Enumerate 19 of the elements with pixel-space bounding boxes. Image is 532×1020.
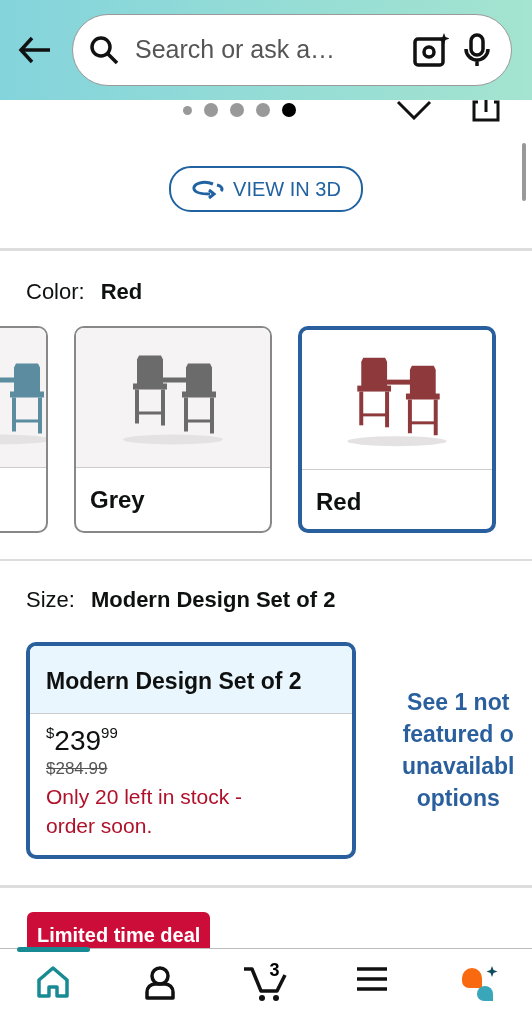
selected-color: Red: [100, 278, 143, 306]
deal-badge: Limited time deal: [27, 911, 211, 948]
size-label: Size:: [26, 586, 75, 614]
color-swatch[interactable]: Grey: [74, 326, 272, 533]
swatch-label: Red: [315, 487, 363, 517]
color-swatch[interactable]: Red: [298, 326, 496, 533]
unavailable-options-link[interactable]: See 1 not featured o unavailabl options: [402, 685, 515, 815]
color-label: Color:: [26, 278, 85, 306]
search-input[interactable]: Search or ask a…: [133, 30, 399, 70]
selected-size: Modern Design Set of 2: [90, 586, 336, 614]
swatch-label: Grey: [89, 485, 146, 515]
search-bar[interactable]: Search or ask a…: [72, 14, 512, 86]
size-option-title: Modern Design Set of 2: [30, 646, 352, 714]
view-in-3d-button[interactable]: VIEW IN 3D: [169, 166, 363, 212]
size-option-card[interactable]: Modern Design Set of 2 $^{$}$239$^{99}$ $284.99 Only 20 left in stock - order soon.: [26, 642, 356, 859]
price: $^{$}$239$^{99}$: [46, 725, 119, 757]
stock-message: Only 20 left in stock - order soon.: [46, 783, 244, 840]
list-price: $284.99: [46, 758, 109, 781]
cart-count: 3: [269, 961, 280, 979]
